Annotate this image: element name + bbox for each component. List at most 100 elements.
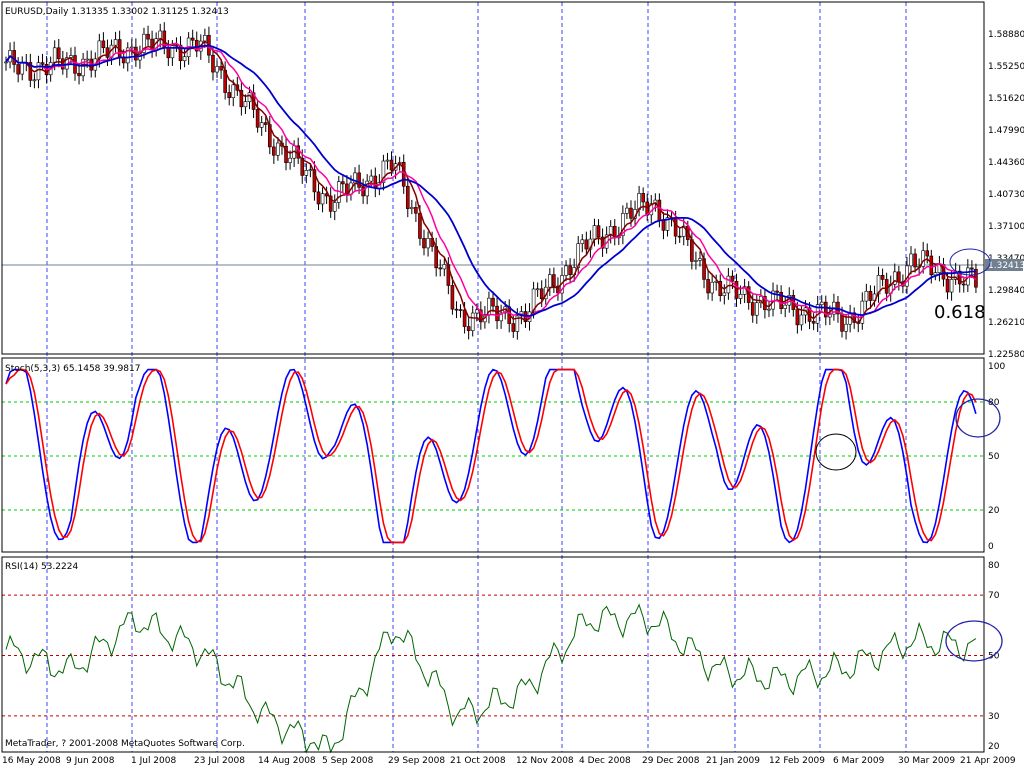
candle-body [949,279,954,293]
candle-body [970,267,974,270]
price-scale-label: 1.29840 [988,286,1024,296]
candle-body [113,39,118,46]
candle-body [288,157,292,163]
x-axis-label: 23 Jul 2008 [194,756,245,766]
candle-body [819,301,824,305]
fib-annotation-text: 0.618 [934,302,986,323]
candle-body [414,207,418,214]
stoch-scale-label: 0 [988,542,994,552]
candle-body [158,30,163,39]
x-axis-label: 29 Dec 2008 [642,756,700,766]
candle-body [738,294,743,299]
candle-body [442,264,447,270]
candle-body [535,288,540,291]
candle-body [811,321,816,324]
candle-body [462,309,467,327]
candle-body [945,278,950,293]
stoch-scale-label: 100 [988,362,1005,372]
candle-body [32,79,37,82]
candle-body [548,274,552,288]
candle-body [190,37,195,41]
candle-body [637,193,641,210]
candle-body [215,66,219,73]
candle-body [272,146,276,156]
candle-body [710,281,714,294]
candle-body [227,92,232,98]
candle-body [320,193,325,205]
price-pane-title: EURUSD,Daily 1.31335 1.33002 1.31125 1.3… [5,7,229,17]
candle-body [913,253,917,268]
candle-body [389,159,394,171]
candle-body [470,312,475,331]
candle-body [16,64,20,75]
x-axis-label: 21 Oct 2008 [450,756,506,766]
x-axis-label: 12 Nov 2008 [516,756,574,766]
price-scale-label: 1.37100 [988,222,1024,232]
candle-body [495,305,499,322]
candle-body [418,212,422,239]
price-scale-label: 1.55250 [988,62,1024,72]
candle-body [77,72,81,77]
candle-body [641,193,645,203]
candle-body [231,84,236,98]
current-price-tag: 1.32413 [985,259,1024,271]
candle-body [466,326,471,331]
candle-body [884,279,889,294]
candle-body [897,271,901,283]
candle-body [775,290,779,293]
candle-body [491,297,495,307]
copyright-text: MetaTrader, ? 2001-2008 MetaQuotes Softw… [5,739,245,749]
candle-body [40,62,45,65]
candle-body [750,302,755,316]
candle-body [450,285,455,310]
candle-body [454,308,459,311]
rsi-scale-label: 70 [988,591,1000,601]
stoch-scale-label: 20 [988,506,1000,516]
candle-body [580,239,585,244]
candle-body [85,58,89,61]
candle-body [564,265,568,276]
candle-body [405,185,410,209]
x-axis-label: 5 Sep 2008 [322,756,374,766]
candle-body [385,159,390,162]
candle-body [961,283,966,286]
candle-body [316,191,321,205]
x-axis-label: 1 Jul 2008 [131,756,176,766]
candle-body [410,207,414,209]
candle-body [458,309,463,311]
candle-body [694,260,698,262]
x-axis-label: 30 Mar 2009 [898,756,955,766]
price-scale-label: 1.44360 [988,158,1024,168]
rsi-pane-title: RSI(14) 53.2224 [5,562,78,572]
candle-body [726,275,731,294]
candle-body [308,169,313,171]
candle-body [255,109,260,128]
price-scale-label: 1.58880 [988,30,1024,40]
candle-body [474,309,479,314]
candle-body [56,47,61,60]
rsi-scale-label: 20 [988,742,1000,752]
candle-body [20,62,25,75]
x-axis-label: 21 Jan 2009 [706,756,760,766]
candle-body [677,235,682,238]
current-price-tag-text: 1.32413 [988,261,1024,271]
candle-body [795,309,800,326]
candle-body [734,280,739,299]
candle-body [925,250,930,257]
stoch-scale-label: 80 [988,398,1000,408]
candle-body [61,58,65,70]
candle-body [722,292,727,296]
candle-body [844,323,848,332]
price-scale-label: 1.51620 [988,94,1024,104]
candle-body [332,202,337,212]
price-scale-label: 1.47990 [988,126,1024,136]
candle-body [929,255,934,276]
x-axis-label: 16 May 2008 [2,756,61,766]
candle-body [101,40,106,49]
rsi-scale-label: 50 [988,652,1000,662]
candle-body [36,62,41,81]
candle-body [706,279,710,294]
candle-body [304,170,309,176]
candle-body [539,288,544,300]
candle-body [933,272,938,276]
